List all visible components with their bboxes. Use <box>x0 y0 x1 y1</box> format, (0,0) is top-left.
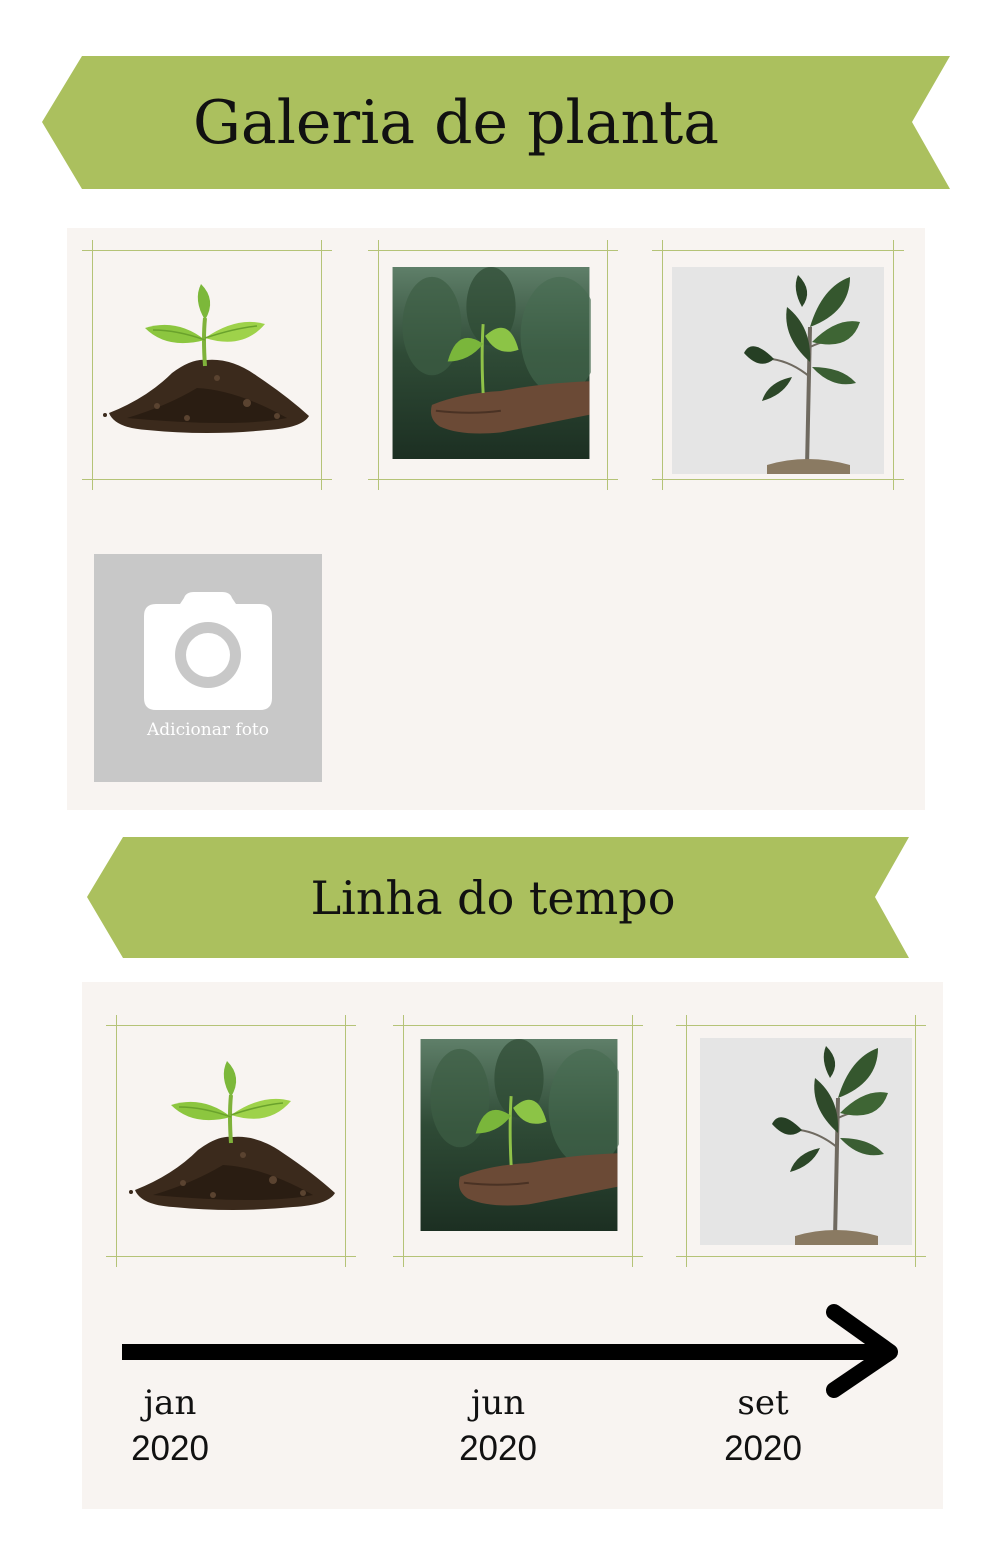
gallery-photo-frame-1[interactable] <box>82 240 332 490</box>
seedling-in-hand-photo <box>391 267 591 459</box>
fiddle-leaf-tree-photo <box>672 267 884 474</box>
gallery-banner: Galeria de planta <box>42 56 950 189</box>
timeline-date-2: jun 2020 <box>418 1382 578 1472</box>
timeline-photo-frame-3[interactable] <box>676 1015 926 1267</box>
seedling-in-soil-photo <box>120 1055 346 1225</box>
date-year: 2020 <box>724 1429 802 1468</box>
gallery-title: Galeria de planta <box>193 87 719 158</box>
date-month: jun <box>470 1383 526 1423</box>
gallery-photo-frame-2[interactable] <box>368 240 618 490</box>
timeline-photo-frame-2[interactable] <box>393 1015 643 1267</box>
timeline-photo-frame-1[interactable] <box>106 1015 356 1267</box>
timeline-title: Linha do tempo <box>310 870 676 925</box>
fiddle-leaf-tree-photo <box>700 1038 912 1245</box>
date-year: 2020 <box>459 1429 537 1468</box>
seedling-in-hand-photo <box>419 1039 619 1231</box>
gallery-photo-frame-3[interactable] <box>652 240 904 490</box>
add-photo-button[interactable]: Adicionar foto <box>94 554 322 782</box>
timeline-date-3: set 2020 <box>683 1382 843 1472</box>
camera-icon <box>144 592 272 710</box>
add-photo-label: Adicionar foto <box>147 720 269 740</box>
seedling-in-soil-photo <box>94 278 320 448</box>
date-year: 2020 <box>131 1429 209 1468</box>
date-month: set <box>737 1383 789 1423</box>
timeline-banner: Linha do tempo <box>87 837 909 958</box>
timeline-date-1: jan 2020 <box>90 1382 250 1472</box>
date-month: jan <box>143 1383 197 1423</box>
